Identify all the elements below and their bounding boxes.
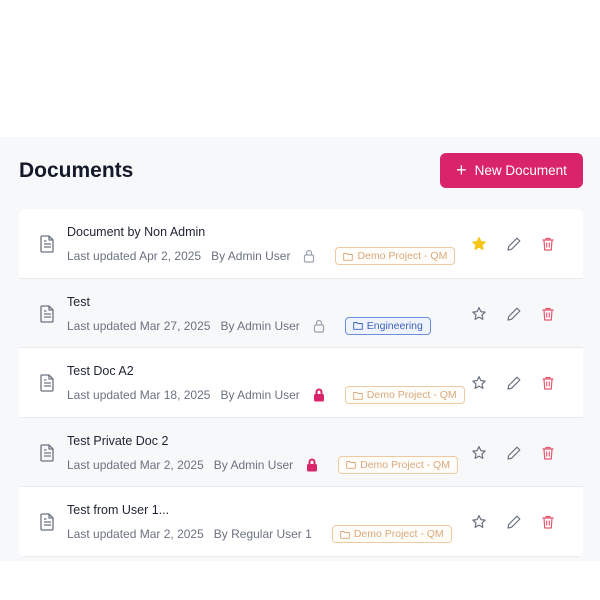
bottom-blank-area	[0, 561, 600, 600]
documents-panel: Documents + New Document Document by Non…	[0, 137, 600, 561]
document-icon	[40, 304, 54, 323]
document-meta: Last updated Mar 18, 2025 By Admin User …	[67, 386, 465, 404]
star-icon[interactable]	[471, 375, 487, 391]
star-icon[interactable]	[471, 236, 487, 252]
project-tag-label: Demo Project - QM	[366, 389, 457, 401]
author-text: By Regular User 1	[213, 527, 312, 541]
folder-icon	[353, 322, 363, 330]
project-tag-label: Demo Project - QM	[360, 458, 450, 471]
document-icon	[40, 374, 54, 392]
star-icon[interactable]	[471, 306, 487, 322]
document-meta: Last updated Mar 2, 2025 By Regular User…	[67, 525, 452, 543]
project-tag-label: Demo Project - QM	[353, 528, 444, 540]
document-row[interactable]: Test Last updated Mar 27, 2025 By Admin …	[19, 278, 583, 348]
folder-icon	[343, 252, 354, 261]
trash-icon[interactable]	[540, 236, 556, 252]
document-row[interactable]: Test Doc A2 Last updated Mar 18, 2025 By…	[19, 348, 583, 418]
document-title[interactable]: Test Private Doc 2	[67, 434, 168, 448]
top-blank-area	[0, 0, 600, 137]
project-tag[interactable]: Demo Project - QM	[338, 455, 458, 474]
project-tag[interactable]: Demo Project - QM	[331, 525, 452, 543]
edit-icon[interactable]	[506, 514, 522, 530]
document-row[interactable]: Test from User 1... Last updated Mar 2, …	[19, 487, 583, 557]
private-lock-icon	[307, 458, 318, 471]
folder-icon	[353, 391, 363, 400]
last-updated-text: Last updated Mar 2, 2025	[67, 527, 204, 541]
document-row[interactable]: Test Private Doc 2 Last updated Mar 2, 2…	[19, 417, 583, 487]
private-lock-icon	[313, 388, 324, 402]
last-updated-text: Last updated Mar 2, 2025	[67, 457, 204, 472]
project-tag[interactable]: Demo Project - QM	[335, 247, 456, 265]
folder-icon	[340, 530, 350, 539]
author-text: By Admin User	[213, 457, 294, 472]
last-updated-text: Last updated Apr 2, 2025	[67, 249, 202, 263]
new-document-button[interactable]: + New Document	[440, 153, 583, 188]
edit-icon[interactable]	[506, 445, 522, 461]
author-text: By Admin User	[220, 388, 300, 402]
document-icon	[40, 235, 54, 253]
plus-icon: +	[456, 159, 467, 180]
project-tag[interactable]: Engineering	[344, 316, 431, 335]
trash-icon[interactable]	[540, 375, 556, 391]
document-title[interactable]: Document by Non Admin	[67, 225, 205, 239]
last-updated-text: Last updated Mar 18, 2025	[67, 388, 211, 402]
documents-list: Document by Non Admin Last updated Apr 2…	[19, 209, 583, 557]
lock-open-icon	[304, 249, 315, 263]
document-row[interactable]: Document by Non Admin Last updated Apr 2…	[19, 209, 583, 279]
star-icon[interactable]	[471, 445, 487, 461]
document-icon	[40, 443, 54, 462]
star-icon[interactable]	[471, 514, 487, 530]
document-meta: Last updated Mar 2, 2025 By Admin User D…	[67, 455, 458, 474]
document-meta: Last updated Apr 2, 2025 By Admin User D…	[67, 247, 456, 265]
document-meta: Last updated Mar 27, 2025 By Admin User …	[67, 316, 431, 335]
document-title[interactable]: Test from User 1...	[67, 503, 169, 517]
project-tag-label: Demo Project - QM	[357, 250, 448, 262]
trash-icon[interactable]	[540, 306, 556, 322]
trash-icon[interactable]	[540, 445, 556, 461]
project-tag[interactable]: Demo Project - QM	[344, 386, 465, 404]
author-text: By Admin User	[211, 249, 291, 263]
document-title[interactable]: Test	[67, 295, 90, 309]
document-icon	[40, 513, 54, 531]
new-document-label: New Document	[474, 163, 567, 178]
project-tag-label: Engineering	[366, 319, 423, 332]
edit-icon[interactable]	[506, 236, 522, 252]
edit-icon[interactable]	[506, 306, 522, 322]
trash-icon[interactable]	[540, 514, 556, 530]
last-updated-text: Last updated Mar 27, 2025	[67, 318, 211, 333]
author-text: By Admin User	[220, 318, 300, 333]
document-title[interactable]: Test Doc A2	[67, 364, 134, 378]
folder-icon	[346, 461, 356, 469]
lock-open-icon	[313, 319, 324, 333]
edit-icon[interactable]	[506, 375, 522, 391]
page-title: Documents	[19, 159, 134, 182]
